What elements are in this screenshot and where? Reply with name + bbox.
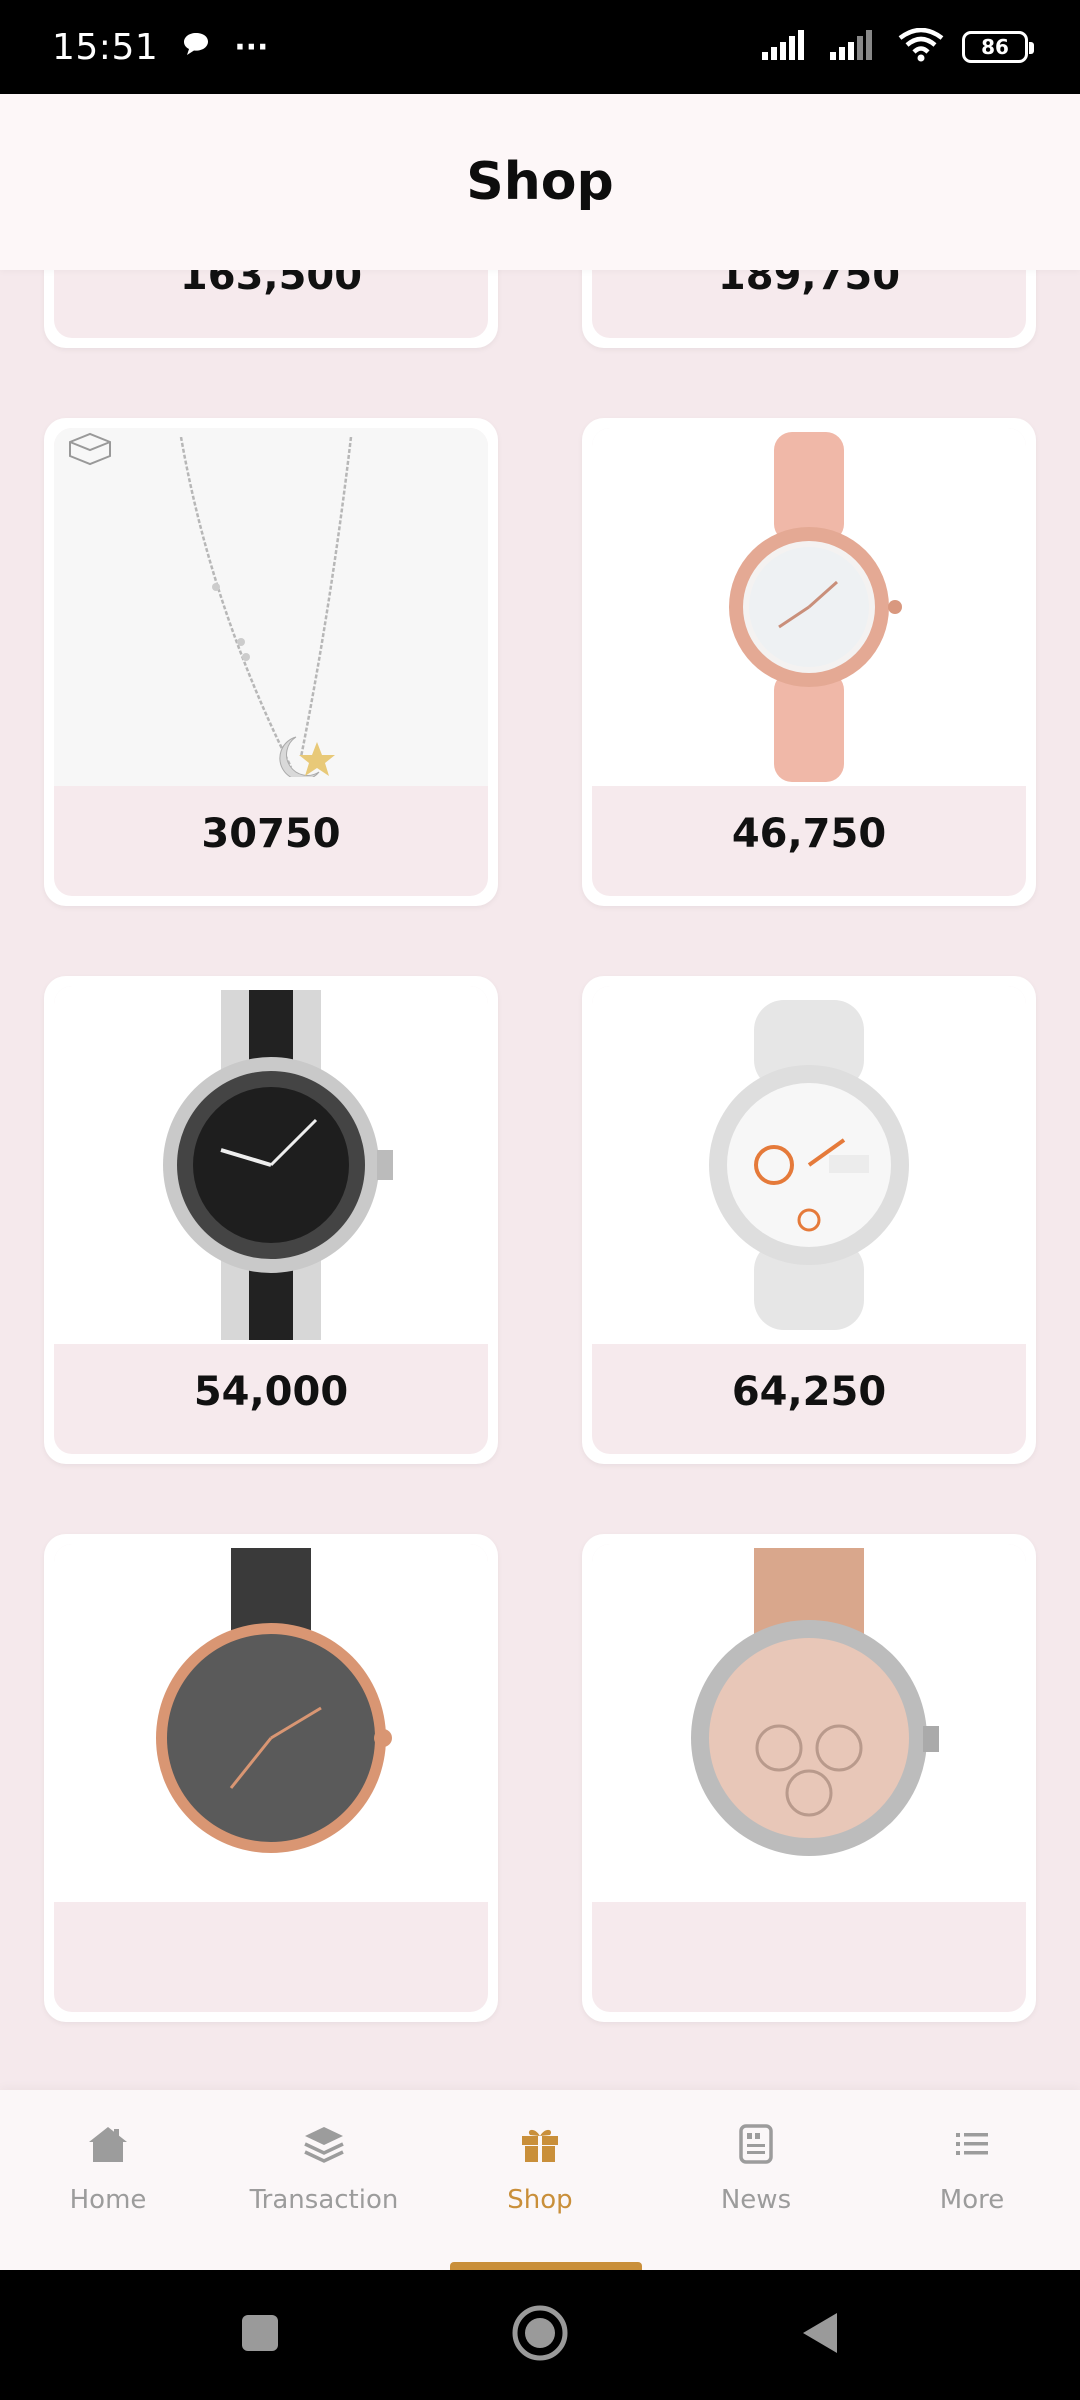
product-image	[54, 1544, 488, 1902]
signal-icon	[762, 30, 812, 64]
product-card[interactable]: 46,750	[582, 418, 1036, 906]
product-image	[592, 428, 1026, 786]
rose-gold-ladies-watch-icon	[729, 432, 902, 782]
product-price	[54, 1902, 488, 2012]
product-card-inner: 54,000	[54, 986, 488, 1454]
nav-item-label: Transaction	[249, 2185, 399, 2215]
wifi-icon	[898, 27, 944, 66]
product-price: 30750	[201, 811, 341, 857]
product-card[interactable]	[44, 1534, 498, 2022]
nav-item-label: Shop	[507, 2185, 573, 2215]
recent-apps-icon[interactable]	[239, 2312, 281, 2358]
product-card-inner: 163,500	[54, 270, 488, 338]
product-price	[592, 1902, 1026, 2012]
home-icon	[86, 2124, 130, 2171]
product-price: 54,000	[193, 1369, 349, 1415]
product-card[interactable]: 54,000	[44, 976, 498, 1464]
nav-item-more[interactable]: More	[872, 2124, 1072, 2215]
signal-secondary-icon	[830, 30, 880, 64]
page-title: Shop	[466, 152, 614, 212]
nav-item-transaction[interactable]: Transaction	[224, 2124, 424, 2215]
product-card[interactable]	[582, 1534, 1036, 2022]
nav-item-label: News	[720, 2185, 792, 2215]
nav-item-shop[interactable]: Shop	[440, 2124, 640, 2215]
product-grid: 163,500 189,750 30750 46,750 54,000 64,2…	[0, 270, 1080, 2022]
gift-icon	[518, 2124, 562, 2171]
app-header: Shop	[0, 94, 1080, 270]
brand-logo-icon	[64, 432, 116, 470]
product-price: 64,250	[731, 1369, 887, 1415]
back-icon[interactable]	[799, 2310, 841, 2360]
status-right: 86	[762, 27, 1034, 66]
product-price: 189,750	[717, 270, 901, 299]
nav-item-label: More	[939, 2185, 1005, 2215]
product-card-inner: 189,750	[592, 270, 1026, 338]
product-image	[54, 428, 488, 786]
product-image	[592, 986, 1026, 1344]
product-card-inner	[592, 1544, 1026, 2012]
product-card-inner: 46,750	[592, 428, 1026, 896]
status-time: 15:51	[52, 26, 159, 68]
product-card-inner: 64,250	[592, 986, 1026, 1454]
product-image	[592, 1544, 1026, 1902]
product-grid-viewport[interactable]: 163,500 189,750 30750 46,750 54,000 64,2…	[0, 270, 1080, 2090]
battery-indicator: 86	[962, 31, 1034, 63]
product-card[interactable]: 163,500	[44, 270, 498, 348]
product-price: 163,500	[179, 270, 363, 299]
white-smartwatch-icon	[709, 1000, 909, 1330]
bottom-navigation: Home Transaction Shop News More	[0, 2090, 1080, 2270]
newspaper-icon	[734, 2124, 778, 2171]
chat-notification-icon	[180, 30, 212, 64]
moon-star-necklace-icon	[179, 437, 353, 777]
nav-item-news[interactable]: News	[656, 2124, 856, 2215]
active-tab-indicator	[450, 2262, 642, 2270]
product-card-inner: 30750	[54, 428, 488, 896]
list-icon	[950, 2124, 994, 2171]
layers-icon	[302, 2124, 346, 2171]
system-navigation-bar	[0, 2270, 1080, 2400]
home-button-icon[interactable]	[511, 2304, 569, 2366]
armani-exchange-watch-icon	[163, 990, 393, 1340]
nav-item-home[interactable]: Home	[8, 2124, 208, 2215]
product-card[interactable]: 189,750	[582, 270, 1036, 348]
product-image	[54, 986, 488, 1344]
more-notifications-icon: ···	[234, 29, 269, 65]
product-card[interactable]: 64,250	[582, 976, 1036, 1464]
rose-chronograph-watch-icon	[691, 1548, 939, 1856]
product-card[interactable]: 30750	[44, 418, 498, 906]
status-bar: 15:51 ··· 86	[0, 0, 1080, 94]
status-left: 15:51 ···	[52, 27, 268, 68]
skagen-grey-watch-icon	[156, 1548, 392, 1853]
product-card-inner	[54, 1544, 488, 2012]
product-price: 46,750	[731, 811, 887, 857]
nav-item-label: Home	[69, 2185, 147, 2215]
